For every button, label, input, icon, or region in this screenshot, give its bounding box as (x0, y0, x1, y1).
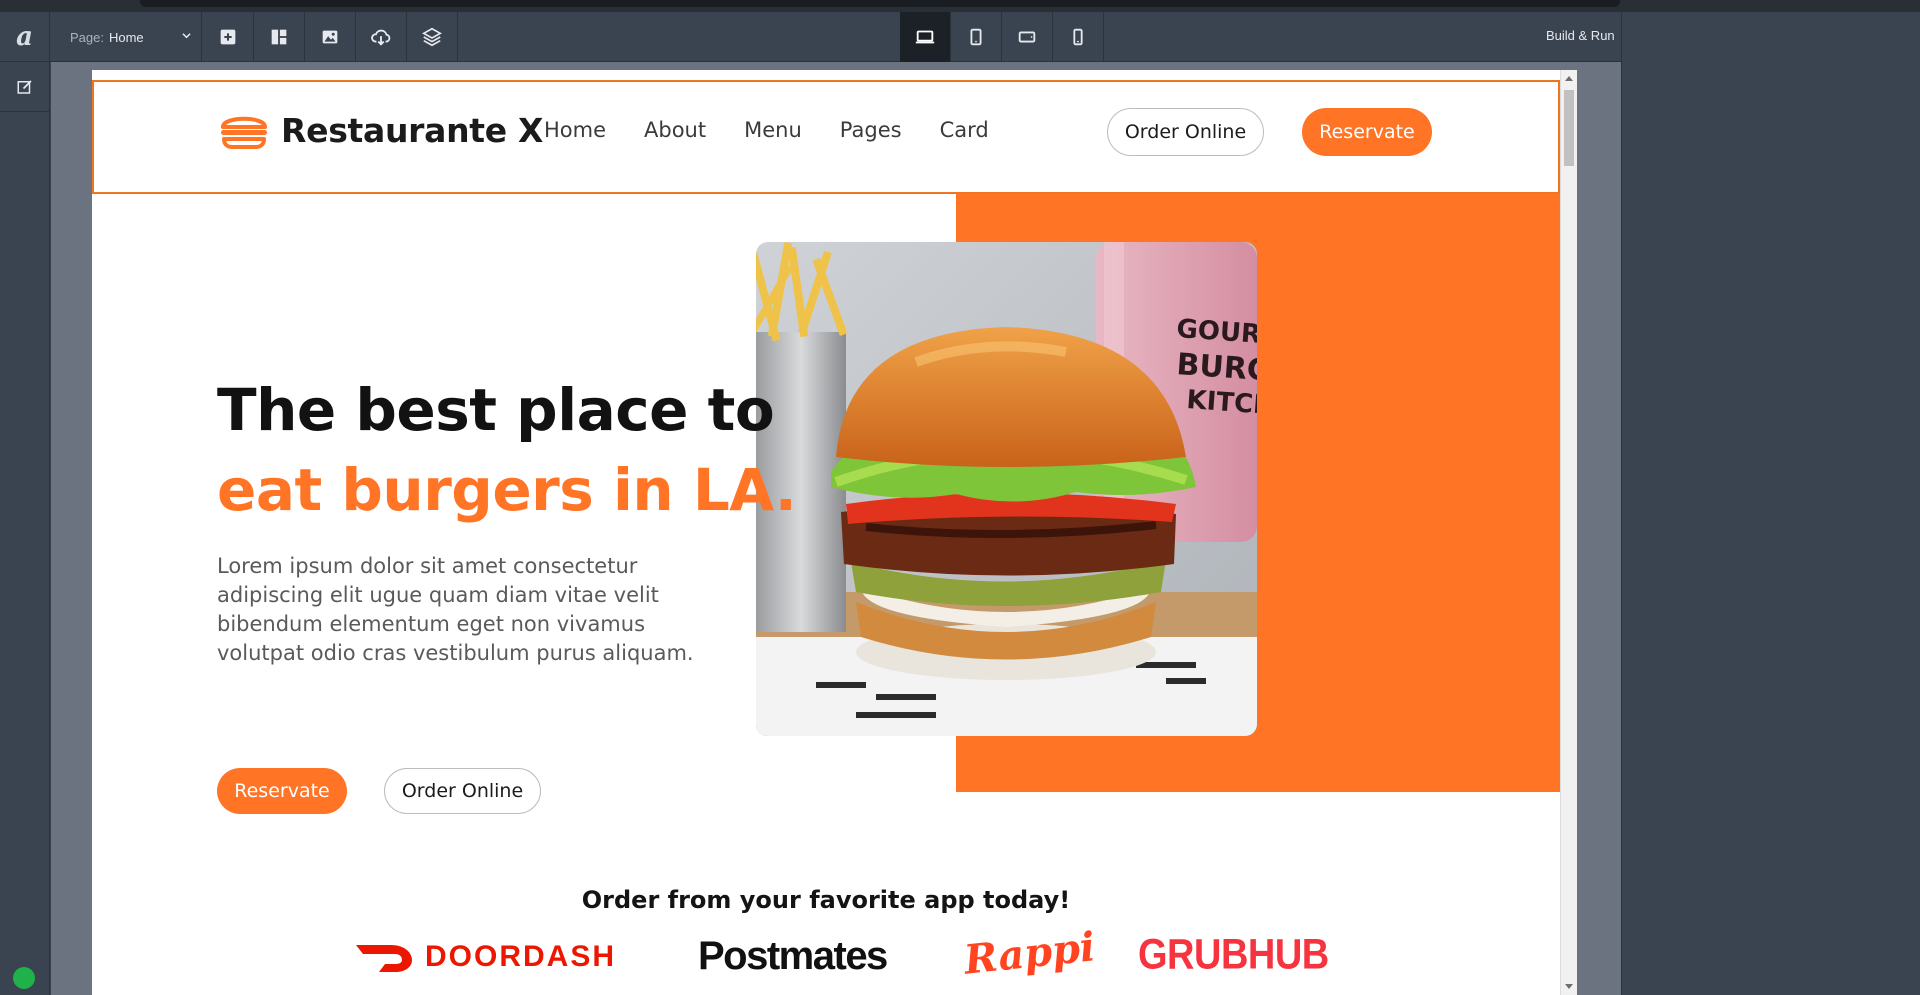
browser-bar (140, 0, 1620, 7)
layers-button[interactable] (407, 12, 458, 62)
device-tablet-landscape-button[interactable] (1002, 12, 1053, 62)
app-logo[interactable]: a (0, 12, 50, 62)
nav-menu[interactable]: Menu (744, 118, 802, 142)
header-reservate-button[interactable]: Reservate (1302, 108, 1432, 156)
preview-scrollbar[interactable] (1560, 70, 1577, 995)
postmates-logo[interactable]: Postmates (698, 934, 888, 979)
left-sidebar (0, 62, 50, 995)
device-mobile-button[interactable] (1053, 12, 1104, 62)
order-apps-title: Order from your favorite app today! (581, 886, 1071, 914)
browser-tab-strip (0, 0, 1920, 12)
hero-heading: The best place to eat burgers in LA. (217, 370, 797, 530)
main-nav: Home About Menu Pages Card (544, 118, 1027, 142)
edit-icon (17, 79, 32, 94)
tablet-icon (970, 28, 982, 46)
brand-name: Restaurante X (281, 110, 544, 150)
right-panel (1621, 62, 1920, 995)
grubhub-logo[interactable]: GRUBHUB (1138, 931, 1329, 979)
edit-button[interactable] (0, 62, 50, 112)
site-header[interactable]: Restaurante X Home About Menu Pages Card… (92, 80, 1560, 194)
brand[interactable]: Restaurante X (219, 110, 544, 150)
scroll-down-arrow[interactable] (1565, 984, 1573, 989)
layers-icon (422, 27, 442, 47)
build-run-button[interactable]: Build & Run (1546, 28, 1615, 43)
cloud-download-icon (371, 29, 391, 46)
layout-button[interactable] (254, 12, 305, 62)
media-button[interactable] (305, 12, 356, 62)
nav-home[interactable]: Home (544, 118, 606, 142)
nav-card[interactable]: Card (940, 118, 989, 142)
status-indicator (13, 967, 35, 989)
hero-burger-image: GOURMET BURGER KITCHEN (756, 242, 1257, 736)
nav-about[interactable]: About (644, 118, 706, 142)
toolbar-right-panel (1621, 12, 1920, 62)
hero-reservate-button[interactable]: Reservate (217, 768, 347, 814)
hero-description: Lorem ipsum dolor sit amet consectetur a… (217, 554, 694, 665)
doordash-logo[interactable]: DOORDASH (355, 940, 616, 974)
layout-icon (271, 29, 287, 45)
scrollbar-thumb[interactable] (1564, 90, 1574, 166)
delivery-app-logos: DOORDASH Postmates Rappi GRUBHUB (92, 923, 1560, 990)
chevron-down-icon (182, 33, 191, 39)
doordash-icon (356, 945, 412, 972)
hero-heading-line2: eat burgers in LA. (217, 456, 797, 524)
device-desktop-button[interactable] (900, 12, 951, 62)
burger-illustration: GOURMET BURGER KITCHEN (756, 242, 1257, 736)
add-icon (220, 29, 236, 45)
mobile-icon (1073, 28, 1083, 46)
website-preview: Restaurante X Home About Menu Pages Card… (92, 70, 1577, 995)
tablet-landscape-icon (1018, 31, 1036, 43)
scroll-up-arrow[interactable] (1565, 76, 1573, 81)
device-tablet-button[interactable] (951, 12, 1002, 62)
nav-pages[interactable]: Pages (840, 118, 902, 142)
doordash-wordmark: DOORDASH (425, 940, 617, 973)
desktop-icon (915, 30, 935, 44)
page-selector-label: Page: (70, 29, 104, 45)
add-element-button[interactable] (203, 12, 254, 62)
image-icon (322, 30, 338, 44)
hero-heading-line1: The best place to (217, 376, 775, 444)
rappi-logo[interactable]: Rappi (962, 923, 1097, 983)
hero-order-online-button[interactable]: Order Online (384, 768, 541, 814)
burger-logo-icon (221, 116, 267, 149)
cloud-download-button[interactable] (356, 12, 407, 62)
header-order-online-button[interactable]: Order Online (1107, 108, 1264, 156)
editor-toolbar: a Page: Home Build & Run (0, 12, 1920, 62)
page-selector[interactable]: Page: Home (50, 12, 202, 62)
page-selector-value: Home (108, 29, 144, 45)
